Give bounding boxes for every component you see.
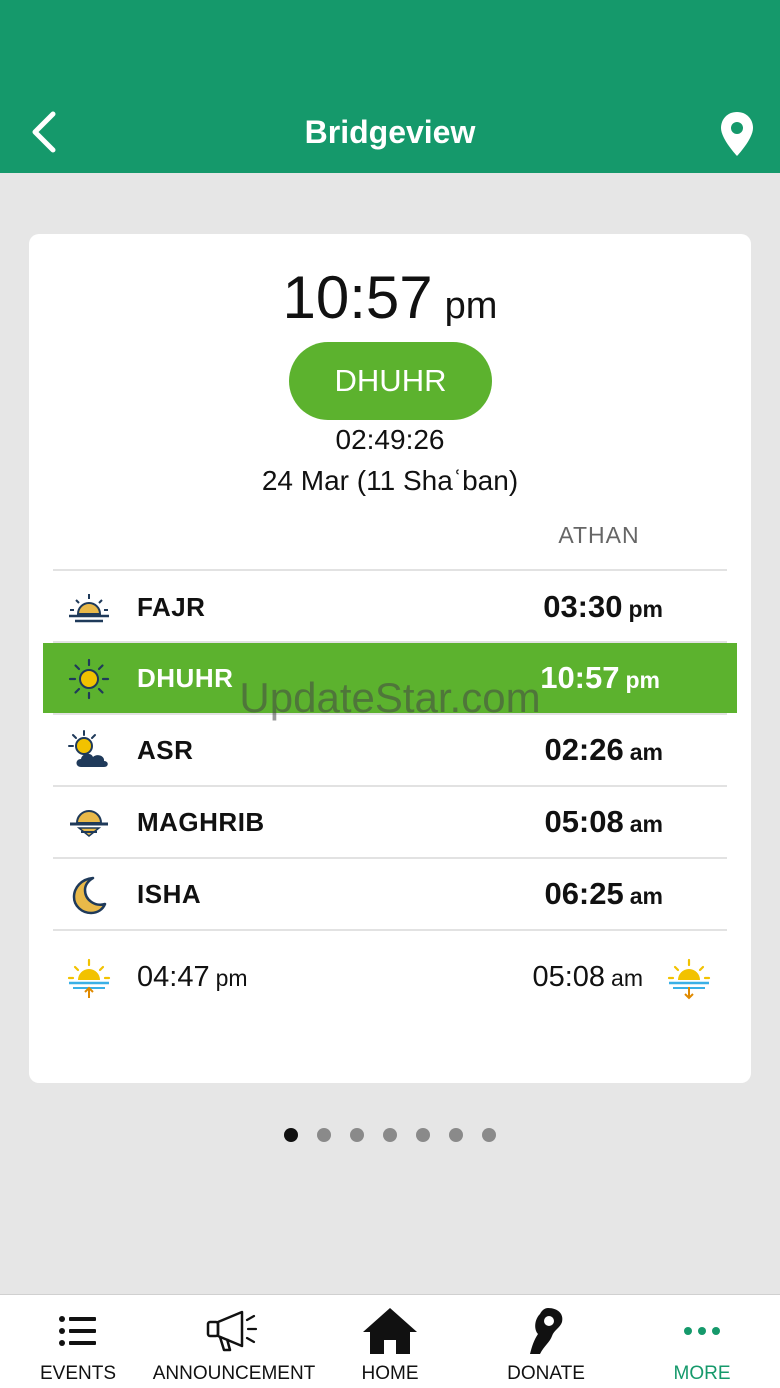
- countdown-timer: 02:49:26: [335, 424, 445, 455]
- tab-donate[interactable]: DONATE: [468, 1295, 624, 1388]
- athan-column-header: ATHAN: [558, 522, 640, 548]
- location-button[interactable]: [712, 106, 762, 162]
- tab-label: EVENTS: [39, 1363, 117, 1384]
- tab-more[interactable]: MORE: [624, 1295, 780, 1388]
- page-dot[interactable]: [416, 1128, 430, 1142]
- prayer-time: 10:57 pm: [540, 660, 660, 695]
- prayer-time: 05:08 am: [544, 804, 663, 839]
- divider: [53, 929, 727, 931]
- tab-label: DONATE: [507, 1363, 585, 1384]
- sunrise-time: 04:47 pm: [137, 961, 248, 993]
- prayer-name: FAJR: [137, 592, 206, 622]
- megaphone-icon: [206, 1310, 258, 1352]
- prayer-name: ISHA: [137, 879, 202, 909]
- crescent-moon-icon: [72, 876, 107, 915]
- page-dot[interactable]: [482, 1128, 496, 1142]
- page-dot[interactable]: [449, 1128, 463, 1142]
- sunset-time: 05:08 am: [532, 961, 643, 993]
- current-time-value: 10:57: [282, 264, 433, 331]
- next-prayer-badge[interactable]: DHUHR: [289, 342, 492, 420]
- sun-cloud-icon: [68, 730, 108, 767]
- prayer-time: 02:26 am: [544, 732, 663, 767]
- page-indicator: [284, 1128, 496, 1142]
- divider: [53, 569, 727, 571]
- more-dots-icon: [684, 1327, 720, 1335]
- prayer-time: 03:30 pm: [543, 589, 663, 624]
- page-dot[interactable]: [284, 1128, 298, 1142]
- sunrise-icon: [67, 958, 111, 998]
- prayer-name: ASR: [137, 735, 194, 765]
- page-dot[interactable]: [317, 1128, 331, 1142]
- prayer-name: DHUHR: [137, 663, 234, 693]
- sunset-down-icon: [667, 958, 711, 1000]
- prayer-row-dhuhr[interactable]: DHUHR 10:57 pm: [43, 643, 737, 713]
- prayer-name: MAGHRIB: [137, 807, 265, 837]
- sun-icon: [68, 658, 110, 700]
- current-date: 24 Mar (11 Shaʿban): [261, 465, 519, 496]
- current-time: 10:57 pm: [0, 262, 780, 350]
- sunset-icon: [70, 810, 108, 837]
- sunrise-horizon-icon: [69, 594, 109, 623]
- page-title: Bridgeview: [304, 114, 476, 150]
- list-icon: [59, 1316, 96, 1346]
- page-dot[interactable]: [350, 1128, 364, 1142]
- prayer-row-asr[interactable]: ASR 02:26 am: [53, 715, 727, 785]
- sunrise-sunset-row: 04:47 pm 05:08 am: [53, 940, 727, 1014]
- prayer-row-isha[interactable]: ISHA 06:25 am: [53, 859, 727, 929]
- tab-label: HOME: [361, 1363, 419, 1384]
- tab-label: MORE: [673, 1363, 731, 1384]
- tab-announcement[interactable]: ANNOUNCEMENT: [153, 1295, 315, 1388]
- prayer-row-maghrib[interactable]: MAGHRIB 05:08 am: [53, 787, 727, 857]
- prayer-time: 06:25 am: [544, 876, 663, 911]
- tab-label: ANNOUNCEMENT: [152, 1363, 316, 1384]
- donate-hand-icon: [530, 1308, 563, 1354]
- current-time-ampm: pm: [444, 285, 498, 327]
- tab-events[interactable]: EVENTS: [0, 1295, 156, 1388]
- home-icon: [363, 1308, 417, 1354]
- bottom-tab-bar: EVENTS ANNOUNCEMENT HOME DONATE MORE: [0, 1294, 780, 1388]
- app-header: Bridgeview: [0, 0, 780, 173]
- map-pin-icon: [721, 112, 753, 156]
- prayer-row-fajr[interactable]: FAJR 03:30 pm: [53, 572, 727, 642]
- page-dot[interactable]: [383, 1128, 397, 1142]
- tab-home[interactable]: HOME: [312, 1295, 468, 1388]
